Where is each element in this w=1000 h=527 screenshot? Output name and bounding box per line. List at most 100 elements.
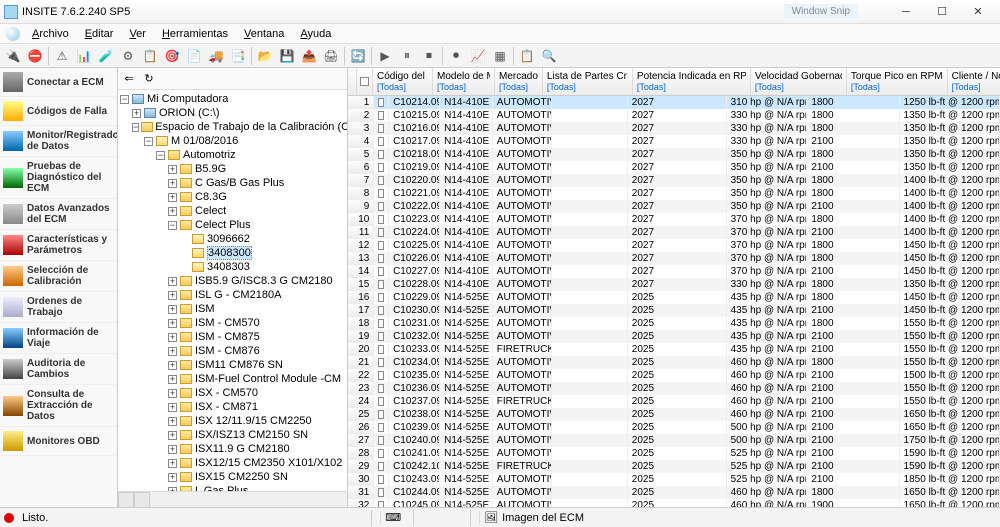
nav-item-1[interactable]: Códigos de Falla <box>0 97 117 126</box>
nav-item-5[interactable]: Características y Parámetros <box>0 230 117 261</box>
close-button[interactable]: ✕ <box>960 2 996 22</box>
row-checkbox[interactable] <box>374 252 389 265</box>
table-row[interactable]: 29C10242.10N14-525EFIRETRUCK2025525 hp @… <box>348 460 1000 473</box>
tree-item[interactable]: +C8.3G <box>120 190 345 204</box>
tree-item[interactable]: 3408303 <box>120 260 345 274</box>
tb-workorder-icon[interactable]: 📄 <box>184 46 204 66</box>
table-row[interactable]: 25C10238.09N14-525EAUTOMOTIVE2025460 hp … <box>348 408 1000 421</box>
expand-icon[interactable]: + <box>168 459 177 468</box>
col-filter[interactable]: [Todas] <box>377 82 428 92</box>
expand-icon[interactable]: + <box>168 277 177 286</box>
table-row[interactable]: 7C10220.09N14-410EAUTOMOTIVE2027350 hp @… <box>348 174 1000 187</box>
menu-editar[interactable]: Editar <box>77 26 122 42</box>
table-row[interactable]: 15C10228.09N14-410EAUTOMOTIVE2027330 hp … <box>348 278 1000 291</box>
expand-icon[interactable]: + <box>132 109 141 118</box>
col-header-7[interactable]: Cliente / Nombre del OEM[Todas] <box>948 68 1000 95</box>
tree-back-icon[interactable]: ⇐ <box>120 70 138 88</box>
expand-icon[interactable]: + <box>168 375 177 384</box>
nav-item-3[interactable]: Pruebas de Diagnóstico del ECM <box>0 157 117 199</box>
row-checkbox[interactable] <box>374 434 389 447</box>
tree-item[interactable]: −Celect Plus <box>120 218 345 232</box>
tb-disconnect-icon[interactable]: ⛔ <box>25 46 45 66</box>
row-checkbox[interactable] <box>374 447 389 460</box>
tree-item[interactable]: +ISX15 CM2250 SN <box>120 470 345 484</box>
col-filter[interactable]: [Todas] <box>851 82 943 92</box>
nav-item-8[interactable]: Información de Viaje <box>0 323 117 354</box>
nav-item-6[interactable]: Selección de Calibración <box>0 261 117 292</box>
expand-icon[interactable]: − <box>168 221 177 230</box>
row-checkbox[interactable] <box>374 187 389 200</box>
col-filter[interactable]: [Todas] <box>437 82 490 92</box>
table-row[interactable]: 30C10243.09N14-525EAUTOMOTIVE2025525 hp … <box>348 473 1000 486</box>
tb-graph-icon[interactable]: 📈 <box>468 46 488 66</box>
expand-icon[interactable]: + <box>168 193 177 202</box>
tree-item[interactable]: 3096662 <box>120 232 345 246</box>
row-checkbox[interactable] <box>374 304 389 317</box>
row-checkbox[interactable] <box>374 213 389 226</box>
tree-item[interactable]: +ISM-Fuel Control Module -CM <box>120 372 345 386</box>
row-checkbox[interactable] <box>374 473 389 486</box>
tree-item[interactable]: +ISX - CM871 <box>120 400 345 414</box>
tree-item[interactable]: +ISM11 CM876 SN <box>120 358 345 372</box>
tree-item[interactable]: +B5.9G <box>120 162 345 176</box>
tb-params-icon[interactable]: 📋 <box>140 46 160 66</box>
row-checkbox[interactable] <box>374 278 389 291</box>
tree-item[interactable]: +ISM - CM875 <box>120 330 345 344</box>
tree-refresh-icon[interactable]: ↻ <box>140 70 158 88</box>
tree-item[interactable]: +ISM <box>120 302 345 316</box>
row-checkbox[interactable] <box>374 148 389 161</box>
tree-item[interactable]: +ISX 12/11.9/15 CM2250 <box>120 414 345 428</box>
table-row[interactable]: 24C10237.09N14-525EFIRETRUCK2025460 hp @… <box>348 395 1000 408</box>
nav-item-2[interactable]: Monitor/Registrador de Datos <box>0 126 117 157</box>
row-checkbox[interactable] <box>374 135 389 148</box>
tb-cal-icon[interactable]: 🎯 <box>162 46 182 66</box>
nav-item-7[interactable]: Ordenes de Trabajo <box>0 292 117 323</box>
tree-item[interactable]: −Espacio de Trabajo de la Calibración (C… <box>120 120 345 134</box>
row-checkbox[interactable] <box>374 265 389 278</box>
row-checkbox[interactable] <box>374 200 389 213</box>
nav-item-0[interactable]: Conectar a ECM <box>0 68 117 97</box>
tb-print-icon[interactable]: 🖨 <box>321 46 341 66</box>
col-filter[interactable]: [Todas] <box>755 82 842 92</box>
table-row[interactable]: 22C10235.09N14-525EAUTOMOTIVE2025460 hp … <box>348 369 1000 382</box>
col-header-4[interactable]: Potencia Indicada en RPM[Todas] <box>633 68 751 95</box>
table-row[interactable]: 1C10214.09N14-410EAUTOMOTIVE2027310 hp @… <box>348 96 1000 109</box>
table-row[interactable]: 27C10240.09N14-525EAUTOMOTIVE2025500 hp … <box>348 434 1000 447</box>
table-row[interactable]: 2C10215.09N14-410EAUTOMOTIVE2027330 hp @… <box>348 109 1000 122</box>
row-checkbox[interactable] <box>374 96 389 109</box>
nav-item-9[interactable]: Auditoria de Cambios <box>0 354 117 385</box>
tree-item[interactable]: +L Gas Plus <box>120 484 345 491</box>
maximize-button[interactable]: ☐ <box>924 2 960 22</box>
grid-body[interactable]: 1C10214.09N14-410EAUTOMOTIVE2027310 hp @… <box>348 96 1000 507</box>
table-row[interactable]: 11C10224.09N14-410EAUTOMOTIVE2027370 hp … <box>348 226 1000 239</box>
menu-archivo[interactable]: Archivo <box>24 26 77 42</box>
col-header-2[interactable]: Mercado[Todas] <box>495 68 543 95</box>
select-all[interactable] <box>357 68 373 95</box>
col-header-0[interactable]: Código del ECM[Todas] <box>373 68 433 95</box>
table-row[interactable]: 31C10244.09N14-525EAUTOMOTIVE2025460 hp … <box>348 486 1000 499</box>
col-header-5[interactable]: Velocidad Gobernada[Todas] <box>751 68 847 95</box>
expand-icon[interactable]: + <box>168 319 177 328</box>
tb-open-icon[interactable]: 📂 <box>255 46 275 66</box>
row-checkbox[interactable] <box>374 291 389 304</box>
row-checkbox[interactable] <box>374 460 389 473</box>
tb-refresh-icon[interactable]: 🔄 <box>348 46 368 66</box>
tree-item[interactable]: +ISB5.9 G/ISC8.3 G CM2180 <box>120 274 345 288</box>
table-row[interactable]: 19C10232.09N14-525EAUTOMOTIVE2025435 hp … <box>348 330 1000 343</box>
tree-item[interactable]: +ISL G - CM2180A <box>120 288 345 302</box>
menu-herramientas[interactable]: Herramientas <box>154 26 236 42</box>
expand-icon[interactable]: + <box>168 179 177 188</box>
expand-icon[interactable]: + <box>168 417 177 426</box>
tb-trip-icon[interactable]: 🚚 <box>206 46 226 66</box>
table-row[interactable]: 5C10218.09N14-410EAUTOMOTIVE2027350 hp @… <box>348 148 1000 161</box>
expand-icon[interactable]: − <box>156 151 165 160</box>
row-checkbox[interactable] <box>374 317 389 330</box>
row-checkbox[interactable] <box>374 174 389 187</box>
tb-table-icon[interactable]: ▦ <box>490 46 510 66</box>
table-row[interactable]: 12C10225.09N14-410EAUTOMOTIVE2027370 hp … <box>348 239 1000 252</box>
col-filter[interactable]: [Todas] <box>637 82 746 92</box>
tb-export-icon[interactable]: 📤 <box>299 46 319 66</box>
tree-item[interactable]: −M 01/08/2016 <box>120 134 345 148</box>
col-header-3[interactable]: Lista de Partes Críticas[Todas] <box>543 68 633 95</box>
menu-ver[interactable]: Ver <box>121 26 154 42</box>
